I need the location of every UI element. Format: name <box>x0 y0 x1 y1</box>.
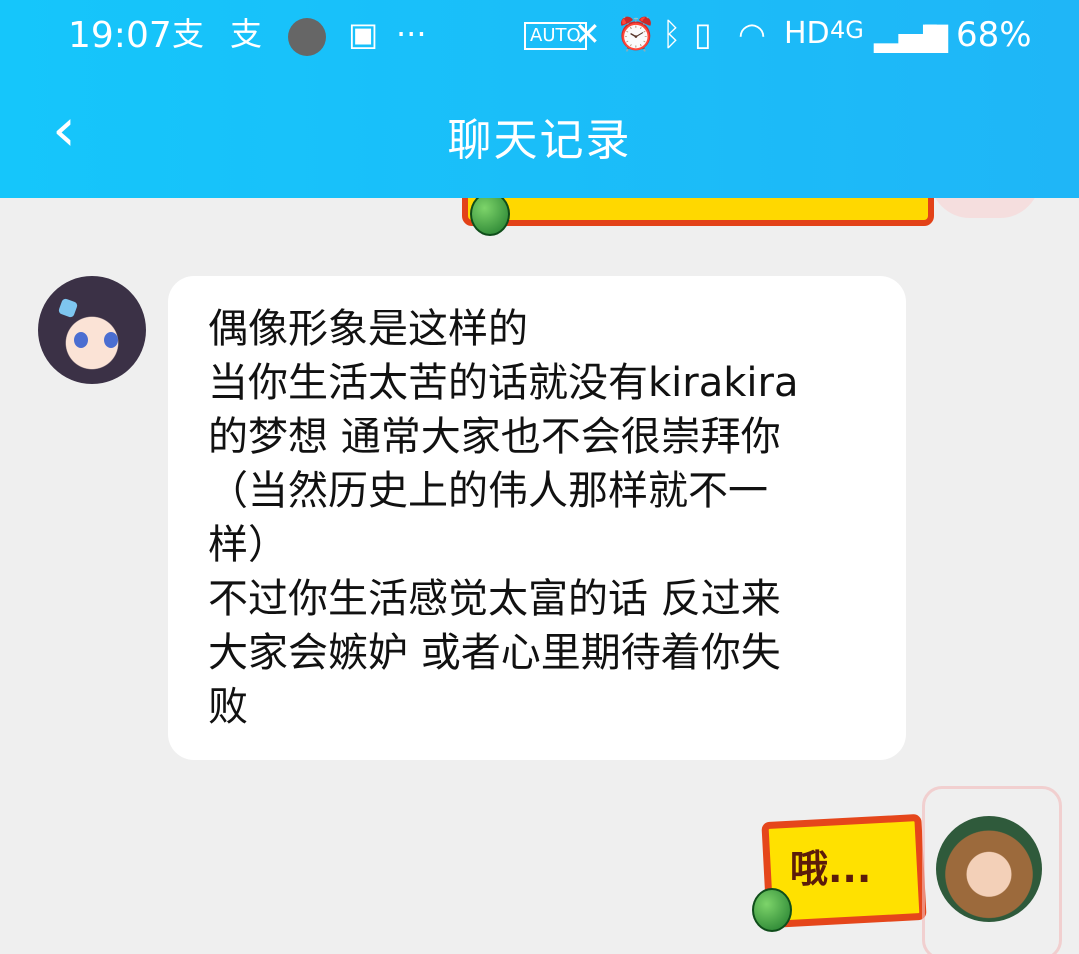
message-line: 不过你生活感觉太富的话 反过来 <box>208 576 781 622</box>
avatar[interactable] <box>38 276 146 384</box>
alipay-icon: 支 <box>172 15 205 53</box>
page-title: 聊天记录 <box>447 115 632 166</box>
sticker-text: 哦... <box>790 847 872 891</box>
hd-icon: HD <box>784 16 830 51</box>
eye-icon <box>74 332 88 348</box>
grenade-icon <box>752 888 792 932</box>
message-line: 偶像形象是这样的 <box>208 306 528 352</box>
message-line: （当然历史上的伟人那样就不一 <box>208 468 768 514</box>
battery-icon: ▮ <box>922 15 940 53</box>
message-bubble[interactable]: 偶像形象是这样的 当你生活太苦的话就没有kirakira 的梦想 通常大家也不会… <box>168 276 906 760</box>
message-line: 的梦想 通常大家也不会很崇拜你 <box>208 414 781 460</box>
x-icon: ✕ <box>574 15 601 53</box>
previous-avatar[interactable] <box>930 198 1040 218</box>
bluetooth-icon: ᛒ <box>662 15 682 53</box>
message-line: 败 <box>208 684 248 730</box>
status-time: 19:07 <box>68 15 172 56</box>
title-bar: ‹ 聊天记录 <box>0 90 1079 174</box>
top-header: 19:07 支 支 ▣ ··· AUTO ✕ ⏰ ᛒ ▯ ◠ HD 4G ▂▄▆… <box>0 0 1079 198</box>
eye-icon <box>104 332 118 348</box>
more-dots-icon: ··· <box>396 15 427 53</box>
hair-bow-icon <box>57 297 79 319</box>
battery-percent: 68% <box>956 15 1032 55</box>
status-bar: 19:07 支 支 ▣ ··· AUTO ✕ ⏰ ᛒ ▯ ◠ HD 4G ▂▄▆… <box>0 0 1079 72</box>
image-icon: ▣ <box>348 15 379 53</box>
4g-icon: 4G <box>830 16 864 44</box>
avatar[interactable] <box>936 816 1042 922</box>
wifi-icon: ◠ <box>738 15 766 53</box>
mail-icon <box>288 18 326 56</box>
chat-history[interactable]: 偶像形象是这样的 当你生活太苦的话就没有kirakira 的梦想 通常大家也不会… <box>0 198 1079 954</box>
grenade-icon <box>470 198 510 236</box>
message-line: 大家会嫉妒 或者心里期待着你失 <box>208 630 781 676</box>
alarm-icon: ⏰ <box>616 15 656 53</box>
message-line: 样） <box>208 522 288 568</box>
alipay-icon: 支 <box>230 15 263 53</box>
previous-sticker[interactable] <box>462 198 934 226</box>
vibrate-icon: ▯ <box>694 15 712 53</box>
message-line: 当你生活太苦的话就没有kirakira <box>208 360 799 406</box>
